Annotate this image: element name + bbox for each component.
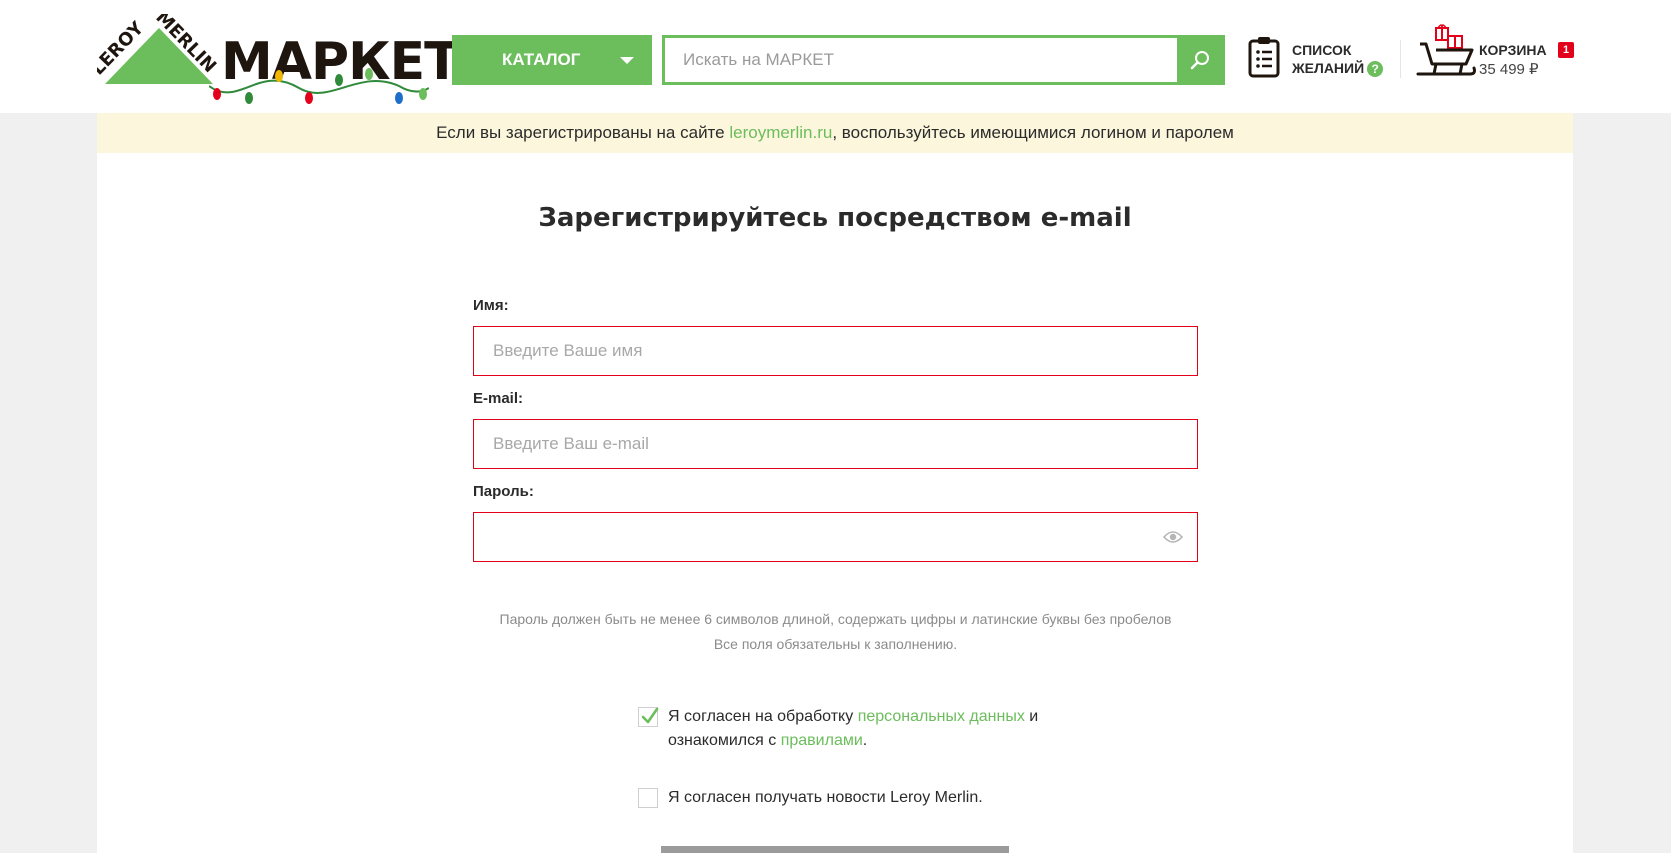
- cart-label: КОРЗИНА: [1479, 42, 1547, 58]
- cart-sleigh-icon: [1416, 24, 1476, 76]
- search-icon: [1190, 51, 1209, 70]
- consent-text: Я согласен на обработку персональных дан…: [668, 705, 1038, 753]
- login-notice: Если вы зарегистрированы на сайте leroym…: [97, 113, 1573, 153]
- wishlist-icon: [1248, 37, 1280, 78]
- cart-link[interactable]: КОРЗИНА 35 499 ₽ 1: [1416, 22, 1576, 84]
- registration-panel: Зарегистрируйтесь посредством e-mail Имя…: [97, 153, 1573, 853]
- email-input[interactable]: [474, 420, 1197, 468]
- consent-text-4: .: [862, 732, 868, 749]
- eye-icon[interactable]: [1163, 529, 1183, 545]
- checkmark-icon: [641, 707, 659, 724]
- search-input[interactable]: [665, 38, 1165, 82]
- wishlist-link[interactable]: СПИСОК ЖЕЛАНИЙ?: [1248, 34, 1388, 82]
- consent-checkbox[interactable]: [638, 707, 659, 727]
- password-hint: Пароль должен быть не менее 6 символов д…: [499, 611, 1172, 627]
- cart-total: 35 499 ₽: [1479, 61, 1539, 78]
- garland-lights-icon: [209, 68, 429, 104]
- email-field: [473, 419, 1198, 469]
- consent-text-2: и: [1024, 708, 1039, 725]
- site-header: LEROY MERLIN МАРКЕТ КАТАЛОГ Искать на МА…: [0, 0, 1671, 113]
- site-logo[interactable]: LEROY MERLIN МАРКЕТ: [97, 14, 460, 104]
- header-divider: [1400, 40, 1401, 78]
- cart-count-badge: 1: [1558, 42, 1574, 58]
- wishlist-label: СПИСОК ЖЕЛАНИЙ?: [1292, 41, 1384, 78]
- wishlist-label-line1: СПИСОК: [1292, 42, 1352, 58]
- catalog-button[interactable]: КАТАЛОГ: [452, 35, 652, 85]
- register-button[interactable]: [661, 846, 1009, 853]
- news-row: Я согласен получать новости Leroy Merlin…: [638, 786, 1098, 812]
- password-label: Пароль:: [473, 483, 534, 500]
- password-field: [473, 512, 1198, 562]
- chevron-down-icon: [620, 57, 634, 64]
- consent-text-3: ознакомился с: [668, 732, 781, 749]
- notice-text-before: Если вы зарегистрированы на сайте: [436, 123, 730, 142]
- search-button[interactable]: [1177, 38, 1222, 82]
- search-bar: [662, 35, 1225, 85]
- personal-data-link[interactable]: персональных данных: [858, 708, 1025, 725]
- wishlist-label-line2: ЖЕЛАНИЙ: [1292, 60, 1365, 76]
- news-checkbox[interactable]: [638, 788, 658, 808]
- rules-link[interactable]: правилами: [781, 732, 863, 749]
- logo-triangle-icon: LEROY MERLIN: [97, 14, 220, 84]
- name-field: [473, 326, 1198, 376]
- name-input[interactable]: [474, 327, 1197, 375]
- notice-text-after: , воспользуйтесь имеющимися логином и па…: [832, 123, 1234, 142]
- notice-site-link[interactable]: leroymerlin.ru: [729, 123, 832, 142]
- name-label: Имя:: [473, 297, 509, 314]
- password-input[interactable]: [474, 513, 1197, 561]
- required-hint: Все поля обязательны к заполнению.: [713, 636, 958, 652]
- help-icon[interactable]: ?: [1367, 61, 1384, 78]
- page-title: Зарегистрируйтесь посредством e-mail: [538, 203, 1132, 233]
- news-text: Я согласен получать новости Leroy Merlin…: [668, 789, 983, 806]
- catalog-button-label: КАТАЛОГ: [502, 50, 581, 69]
- email-label: E-mail:: [473, 390, 524, 407]
- consent-row: Я согласен на обработку персональных дан…: [638, 705, 1098, 753]
- consent-text-1: Я согласен на обработку: [668, 708, 858, 725]
